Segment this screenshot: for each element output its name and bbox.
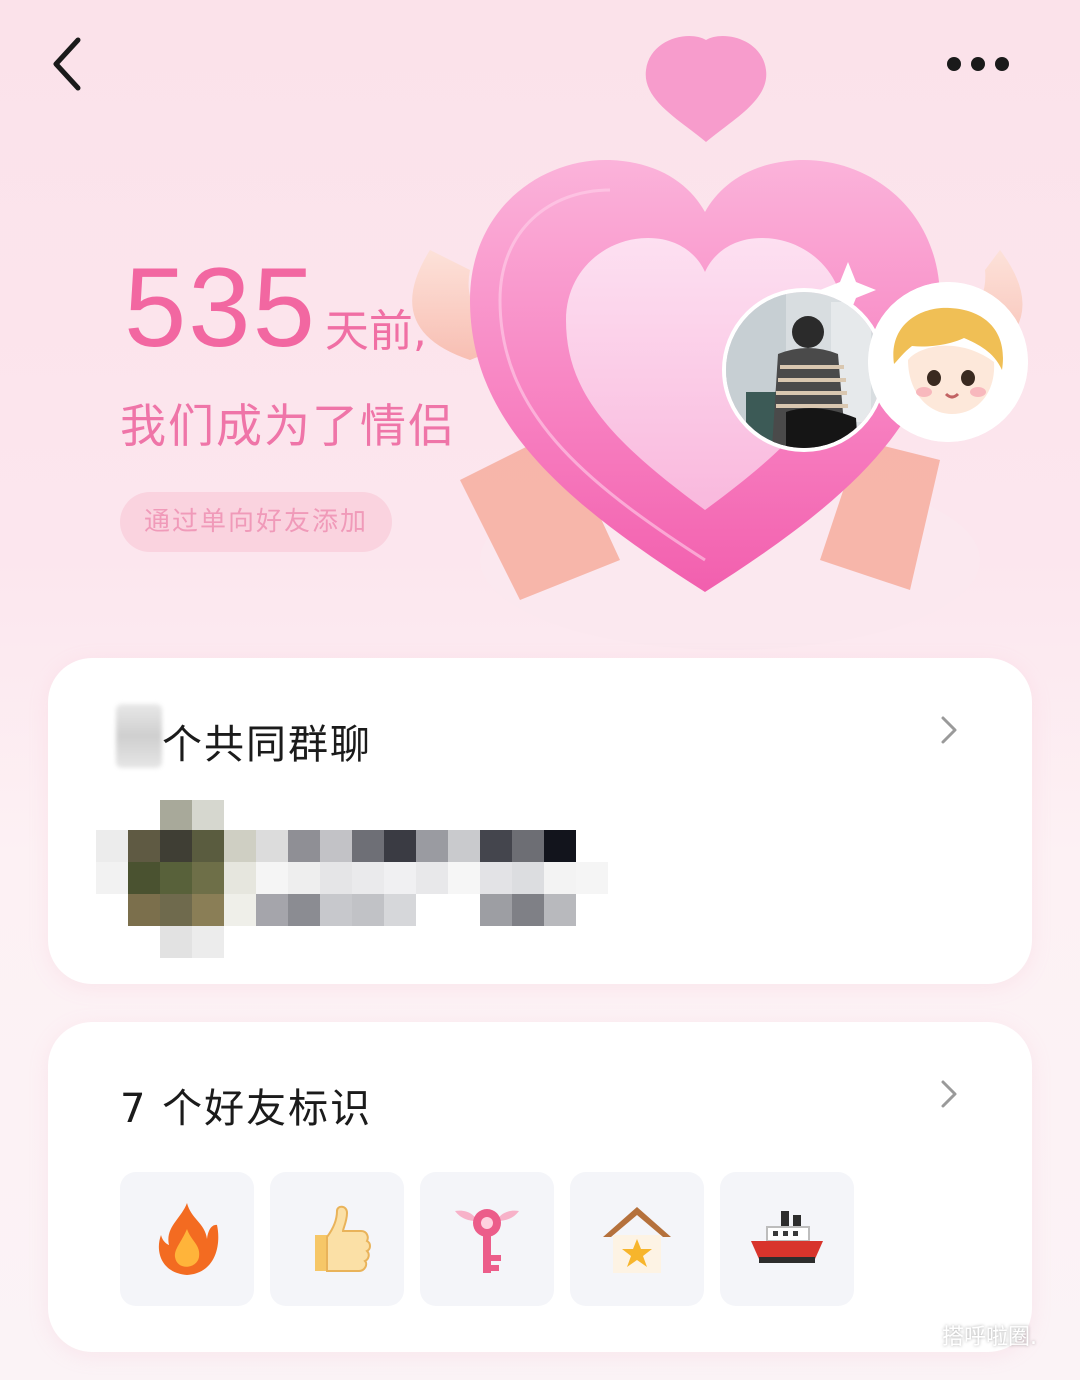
winged-key-icon [455,1209,519,1273]
chevron-right-icon[interactable] [938,714,960,746]
thumbs-up-icon [315,1205,371,1272]
hero-banner: 535 天前, 我们成为了情侣 通过单向好友添加 [0,0,1080,660]
photo-avatar-image [726,292,882,448]
group-count-hidden [116,704,162,768]
badge-fire[interactable] [120,1172,254,1306]
badge-ship[interactable] [720,1172,854,1306]
house-star-icon [603,1207,671,1273]
avatar-photo[interactable] [722,288,886,452]
badge-winged-key[interactable] [420,1172,554,1306]
common-groups-title: 个共同群聊 [162,722,372,768]
friend-badges-title: 7 个好友标识 [120,1086,373,1132]
fire-icon [158,1203,219,1275]
more-button[interactable] [940,44,1020,84]
badge-thumbs-up[interactable] [270,1172,404,1306]
more-dots-icon [947,57,1009,71]
avatar-cartoon[interactable] [868,282,1028,442]
days-line: 535 天前, [124,248,427,368]
chevron-left-icon [53,37,81,91]
cartoon-avatar-image [868,282,1028,442]
add-method-badge: 通过单向好友添加 [120,492,393,552]
star-logo-icon [898,1318,932,1352]
days-count: 535 [124,245,317,370]
watermark-text: 搭呼啦圈. [942,1325,1037,1350]
back-button[interactable] [44,34,100,94]
chevron-right-icon[interactable] [938,1078,960,1110]
badge-house-star[interactable] [570,1172,704,1306]
watermark: 搭呼啦圈. [898,1318,1037,1352]
couple-since-text: 我们成为了情侣 [120,399,456,453]
group-avatars-pixelated [96,800,608,958]
ship-icon [751,1211,823,1263]
days-suffix: 天前, [324,306,427,357]
